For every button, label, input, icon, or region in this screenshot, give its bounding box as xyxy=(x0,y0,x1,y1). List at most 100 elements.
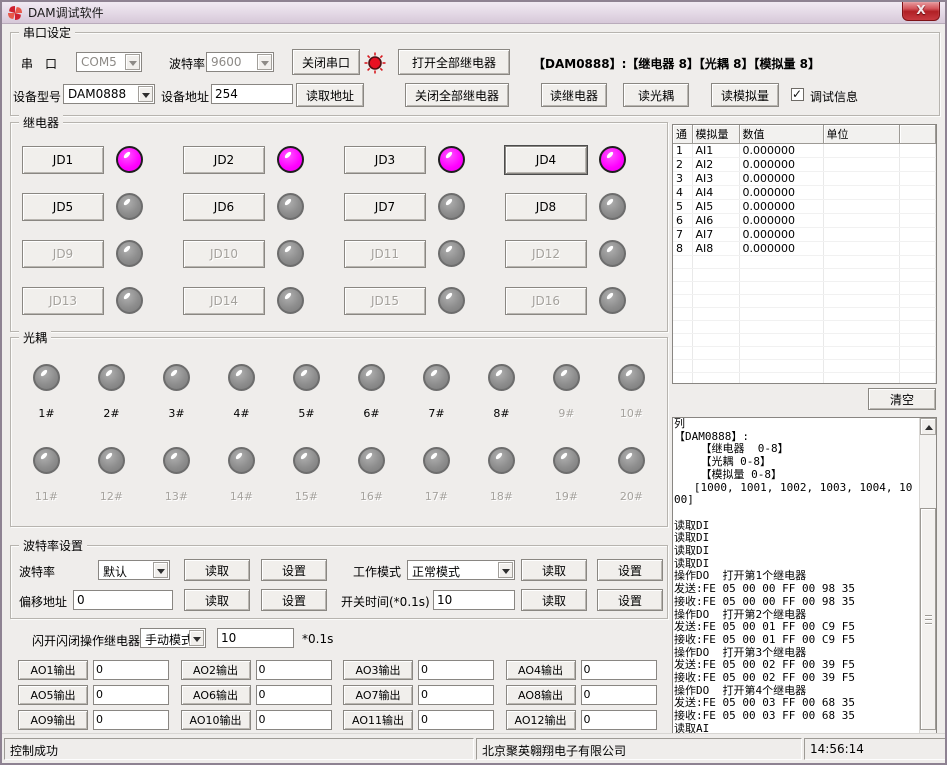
opto-indicator-led xyxy=(33,364,60,391)
relay-button[interactable]: JD3 xyxy=(344,146,426,174)
table-cell xyxy=(823,373,899,385)
ao-output-cell: AO6输出 xyxy=(181,682,344,707)
table-cell xyxy=(673,334,692,347)
analog-table-header-cell[interactable]: 通 xyxy=(673,125,692,144)
ao-output-input[interactable] xyxy=(256,660,332,680)
relay-button[interactable]: JD2 xyxy=(183,146,265,174)
ao-output-button[interactable]: AO9输出 xyxy=(18,710,88,730)
read-relay-button[interactable]: 读继电器 xyxy=(541,83,607,107)
ao-output-button[interactable]: AO11输出 xyxy=(343,710,413,730)
relay-button[interactable]: JD8 xyxy=(505,193,587,221)
offset-set-button[interactable]: 设置 xyxy=(261,589,327,611)
table-cell xyxy=(692,321,739,334)
debug-info-checkbox[interactable] xyxy=(791,88,804,101)
opto-group-title: 光耦 xyxy=(19,329,51,346)
opto-channel-label: 9# xyxy=(558,407,574,420)
table-cell: 2 xyxy=(673,158,692,172)
read-addr-button[interactable]: 读取地址 xyxy=(296,83,364,107)
ao-output-input[interactable] xyxy=(93,660,169,680)
analog-table-header-cell[interactable] xyxy=(899,125,936,144)
ao-output-button[interactable]: AO2输出 xyxy=(181,660,251,680)
open-all-relays-button[interactable]: 打开全部继电器 xyxy=(398,49,510,75)
work-mode-read-button[interactable]: 读取 xyxy=(521,559,587,581)
scrollbar-thumb[interactable] xyxy=(920,508,936,730)
relay-button[interactable]: JD15 xyxy=(344,287,426,315)
relay-button[interactable]: JD16 xyxy=(505,287,587,315)
relay-button[interactable]: JD14 xyxy=(183,287,265,315)
relay-button[interactable]: JD12 xyxy=(505,240,587,268)
table-cell: 0.000000 xyxy=(739,228,823,242)
offset-read-button[interactable]: 读取 xyxy=(184,589,250,611)
flash-time-input[interactable] xyxy=(217,628,294,648)
work-mode-set-button[interactable]: 设置 xyxy=(597,559,663,581)
table-cell xyxy=(899,347,936,360)
relay-button[interactable]: JD13 xyxy=(22,287,104,315)
opto-channel-label: 8# xyxy=(493,407,509,420)
switch-time-read-button[interactable]: 读取 xyxy=(521,589,587,611)
ao-output-button[interactable]: AO8输出 xyxy=(506,685,576,705)
ao-output-input[interactable] xyxy=(581,685,657,705)
relay-button[interactable]: JD1 xyxy=(22,146,104,174)
relay-button[interactable]: JD10 xyxy=(183,240,265,268)
analog-table-header-cell[interactable]: 数值 xyxy=(739,125,823,144)
opto-indicator-led xyxy=(488,364,515,391)
baud-read-button[interactable]: 读取 xyxy=(184,559,250,581)
relay-button[interactable]: JD9 xyxy=(22,240,104,268)
table-row-empty xyxy=(673,282,936,295)
ao-output-button[interactable]: AO12输出 xyxy=(506,710,576,730)
ao-output-button[interactable]: AO1输出 xyxy=(18,660,88,680)
analog-table[interactable]: 通模拟量数值单位 1AI10.0000002AI20.0000003AI30.0… xyxy=(672,124,937,384)
ao-output-input[interactable] xyxy=(581,710,657,730)
close-all-relays-button[interactable]: 关闭全部继电器 xyxy=(405,83,509,107)
port-select[interactable]: COM5 xyxy=(76,52,142,72)
clear-button[interactable]: 清空 xyxy=(868,388,936,410)
baud-select[interactable]: 9600 xyxy=(206,52,274,72)
model-select[interactable]: DAM0888 xyxy=(63,84,155,104)
ao-output-button[interactable]: AO10输出 xyxy=(181,710,251,730)
work-mode-label: 工作模式 xyxy=(353,563,401,580)
relay-button[interactable]: JD5 xyxy=(22,193,104,221)
relay-button[interactable]: JD7 xyxy=(344,193,426,221)
ao-output-input[interactable] xyxy=(256,685,332,705)
table-row: 5AI50.000000 xyxy=(673,200,936,214)
relay-button[interactable]: JD11 xyxy=(344,240,426,268)
relay-button[interactable]: JD4 xyxy=(505,146,587,174)
relay-button[interactable]: JD6 xyxy=(183,193,265,221)
log-panel[interactable]: 列 【DAM0888】: 【继电器 0-8】 【光耦 0-8】 【模拟量 0-8… xyxy=(672,417,937,747)
ao-output-input[interactable] xyxy=(93,685,169,705)
read-opto-button[interactable]: 读光耦 xyxy=(623,83,689,107)
scroll-up-arrow-icon[interactable] xyxy=(920,418,936,435)
table-cell: 5 xyxy=(673,200,692,214)
titlebar[interactable]: DAM调试软件 xyxy=(2,2,945,24)
ao-output-button[interactable]: AO4输出 xyxy=(506,660,576,680)
close-port-button[interactable]: 关闭串口 xyxy=(292,49,360,75)
analog-table-header-cell[interactable]: 模拟量 xyxy=(692,125,739,144)
work-mode-select[interactable]: 正常模式 xyxy=(407,560,515,580)
baud-set-button[interactable]: 设置 xyxy=(261,559,327,581)
switch-time-set-button[interactable]: 设置 xyxy=(597,589,663,611)
opto-channel: 1# xyxy=(14,352,79,435)
offset-input[interactable] xyxy=(73,590,173,610)
ao-output-input[interactable] xyxy=(418,660,494,680)
opto-channel: 3# xyxy=(144,352,209,435)
ao-output-input[interactable] xyxy=(93,710,169,730)
analog-table-header-cell[interactable]: 单位 xyxy=(823,125,899,144)
opto-indicator-led xyxy=(163,447,190,474)
switch-time-input[interactable] xyxy=(433,590,515,610)
chevron-down-icon xyxy=(125,54,140,70)
addr-input[interactable] xyxy=(211,84,293,104)
ao-output-button[interactable]: AO3输出 xyxy=(343,660,413,680)
ao-output-input[interactable] xyxy=(256,710,332,730)
baud-setting-select[interactable]: 默认 xyxy=(98,560,170,580)
read-analog-button[interactable]: 读模拟量 xyxy=(711,83,779,107)
log-scrollbar[interactable] xyxy=(919,418,936,746)
table-cell xyxy=(899,282,936,295)
close-button[interactable]: X xyxy=(902,1,940,21)
ao-output-button[interactable]: AO7输出 xyxy=(343,685,413,705)
ao-output-input[interactable] xyxy=(418,685,494,705)
ao-output-button[interactable]: AO6输出 xyxy=(181,685,251,705)
flash-mode-select[interactable]: 手动模式 xyxy=(140,628,206,648)
ao-output-button[interactable]: AO5输出 xyxy=(18,685,88,705)
ao-output-input[interactable] xyxy=(581,660,657,680)
ao-output-input[interactable] xyxy=(418,710,494,730)
